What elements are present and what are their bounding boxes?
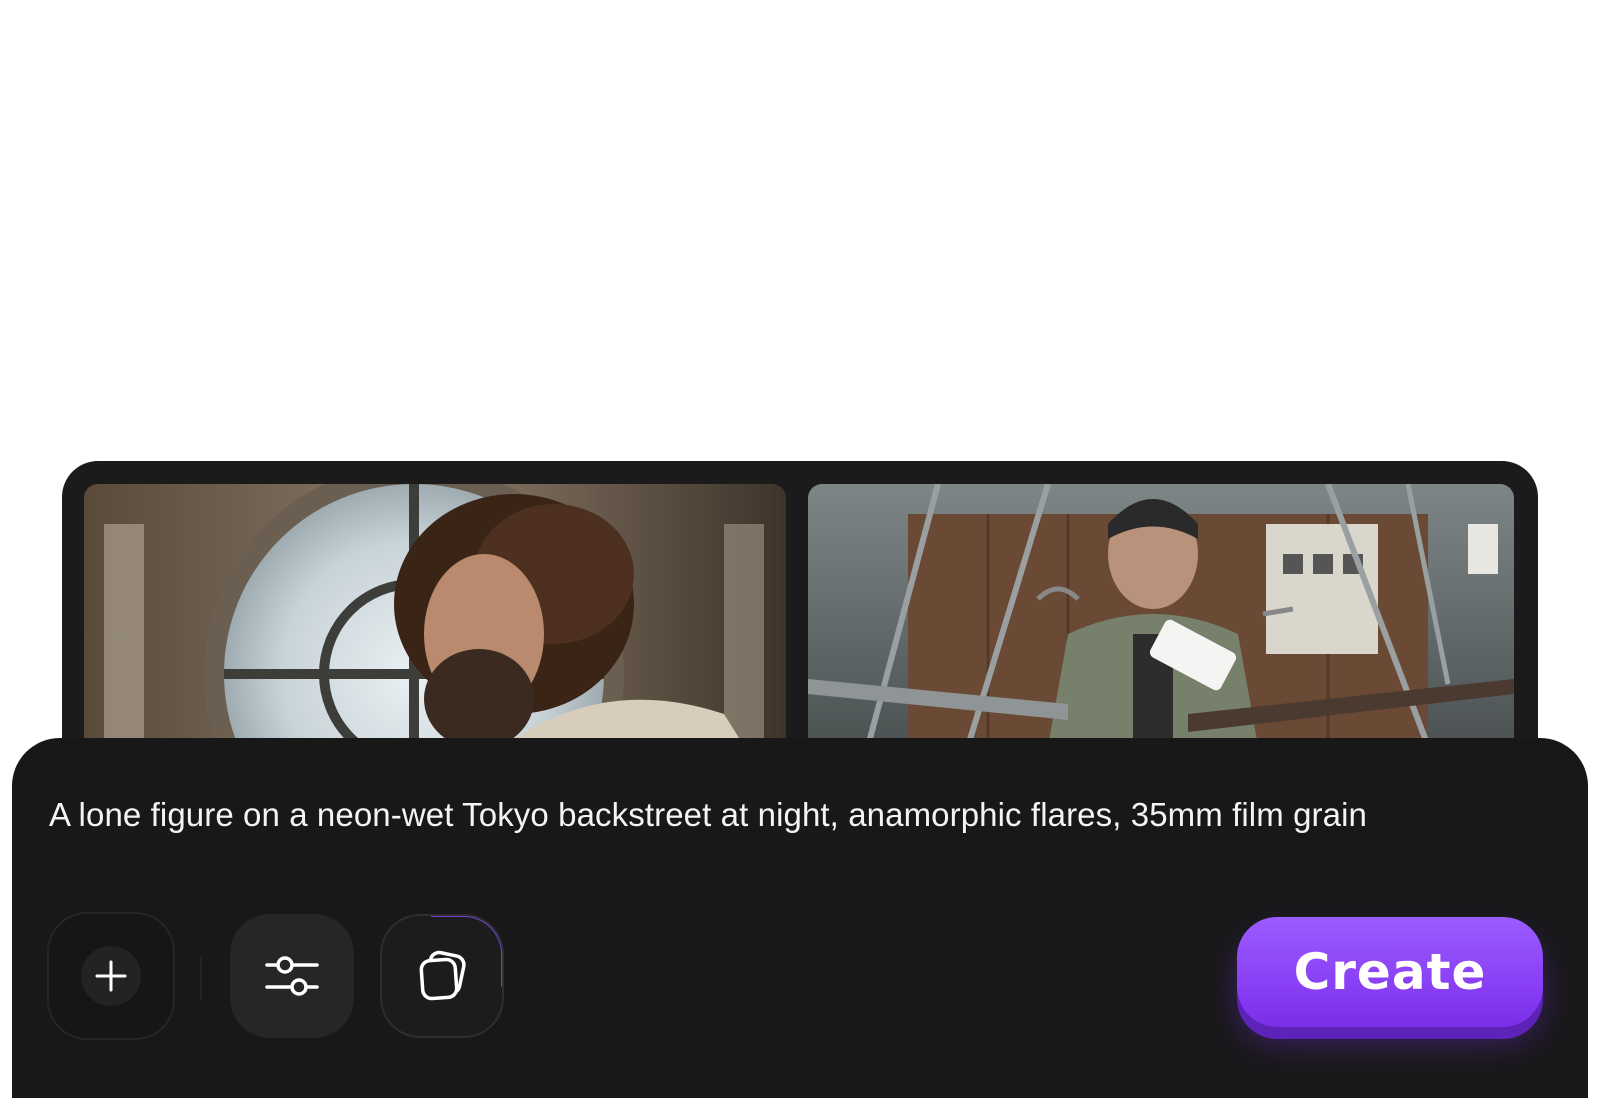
- settings-button[interactable]: [230, 914, 354, 1038]
- thumbnail-image: [84, 484, 786, 746]
- create-button[interactable]: Create: [1237, 917, 1543, 1027]
- prompt-composer: A lone figure on a neon-wet Tokyo backst…: [12, 738, 1588, 1098]
- add-button-inner: [81, 946, 141, 1006]
- stacked-cards-icon: [419, 950, 466, 1001]
- prompt-input[interactable]: A lone figure on a neon-wet Tokyo backst…: [49, 794, 1379, 836]
- thumbnail-image: [808, 484, 1514, 746]
- style-button[interactable]: [380, 914, 504, 1038]
- preview-thumbnail-window-man[interactable]: [84, 484, 786, 746]
- preview-strip: [62, 461, 1538, 751]
- add-button[interactable]: [47, 912, 175, 1040]
- sliders-icon: [265, 956, 319, 996]
- plus-icon: [95, 960, 127, 992]
- preview-thumbnail-floating-phone[interactable]: [808, 484, 1514, 746]
- toolbar-divider: [200, 956, 202, 1000]
